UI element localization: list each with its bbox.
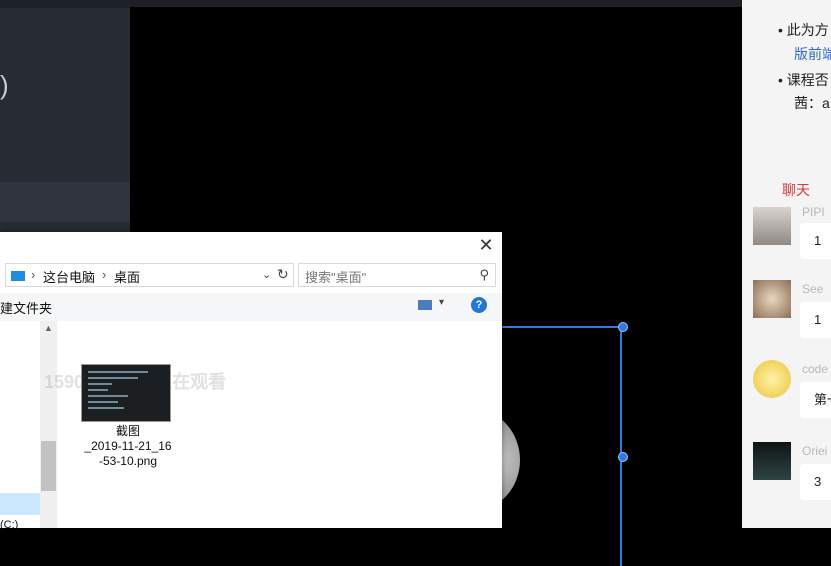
chat-message: code 第一 <box>742 360 831 440</box>
resize-handle-right[interactable] <box>618 452 628 462</box>
resize-handle-top-right[interactable] <box>618 322 628 332</box>
view-icon[interactable] <box>418 300 432 310</box>
breadcrumb-this-pc[interactable]: 这台电脑 <box>43 267 95 286</box>
chat-username: PIPI <box>802 205 825 219</box>
refresh-icon[interactable]: ↻ <box>277 266 289 283</box>
dialog-toolbar: 建文件夹 ▾ ? <box>0 293 502 321</box>
thumbnail-line <box>88 401 118 403</box>
file-name-line: -53-10.png <box>98 454 158 468</box>
pc-icon <box>11 271 25 281</box>
thumbnail-line <box>88 395 128 397</box>
course-note-2-text: 课程否 <box>786 72 829 88</box>
editor-code-paren: ) <box>0 70 9 100</box>
search-input[interactable]: 搜索"桌面" ⚲ <box>298 263 496 287</box>
course-note-1-text: 此为方 <box>786 22 829 38</box>
nav-drive-c[interactable]: (C:) <box>0 519 18 531</box>
navigation-pane: (C:) ▲ <box>0 321 58 531</box>
search-icon[interactable]: ⚲ <box>479 267 489 283</box>
avatar[interactable] <box>753 207 791 245</box>
file-name-line: _2019-11-21_16 <box>84 439 172 453</box>
file-item[interactable]: 截图 _2019-11-21_16 -53-10.png <box>78 362 178 472</box>
avatar[interactable] <box>753 360 791 398</box>
thumbnail-line <box>88 377 138 379</box>
course-note-link[interactable]: 版前端 <box>794 44 831 64</box>
scroll-up-icon[interactable]: ▲ <box>44 323 53 333</box>
course-note-2-cont: 茜：a <box>794 95 830 111</box>
chevron-down-icon[interactable]: ⌄ <box>262 268 271 281</box>
new-folder-button[interactable]: 建文件夹 <box>0 298 52 317</box>
thumbnail-line <box>88 371 148 373</box>
avatar[interactable] <box>753 280 791 318</box>
help-icon[interactable]: ? <box>471 297 487 313</box>
chat-bubble: 1 <box>800 302 831 338</box>
file-thumbnail <box>81 364 171 422</box>
chat-message: PIPI 1 <box>742 205 831 285</box>
chevron-right-icon: › <box>102 267 107 282</box>
editor-highlight-band <box>0 182 130 222</box>
chat-bubble: 3 <box>800 464 831 500</box>
editor-topbar <box>0 0 130 8</box>
course-note-1: • 此为方 <box>778 22 829 38</box>
file-name-line: 截图 <box>115 424 140 438</box>
close-icon[interactable]: ✕ <box>476 235 496 255</box>
chat-message: Oriei 3 <box>742 442 831 522</box>
search-placeholder: 搜索"桌面" <box>305 270 367 285</box>
file-name: 截图 _2019-11-21_16 -53-10.png <box>78 424 178 469</box>
tab-chat[interactable]: 聊天 <box>782 180 810 200</box>
chat-message: See 1 <box>742 280 831 360</box>
chat-username: Oriei <box>802 444 828 458</box>
chat-bubble: 第一 <box>800 382 831 418</box>
course-note-2: • 课程否 <box>778 72 829 88</box>
thumbnail-line <box>88 407 124 409</box>
chat-username: See <box>802 282 824 296</box>
scroll-thumb[interactable] <box>41 441 56 491</box>
nav-selected-item[interactable] <box>0 493 40 515</box>
chat-username: code <box>802 362 829 376</box>
thumbnail-line <box>88 383 112 385</box>
breadcrumb-desktop[interactable]: 桌面 <box>114 267 140 286</box>
avatar[interactable] <box>753 442 791 480</box>
address-bar[interactable]: › 这台电脑 › 桌面 ⌄ ↻ <box>5 263 294 287</box>
chevron-right-icon: › <box>31 267 36 282</box>
file-open-dialog: ✕ › 这台电脑 › 桌面 ⌄ ↻ 搜索"桌面" ⚲ 建文件夹 ▾ ? (C:)… <box>0 232 502 531</box>
chat-bubble: 1 <box>800 223 831 259</box>
thumbnail-line <box>88 389 108 391</box>
view-dropdown-icon[interactable]: ▾ <box>439 297 444 308</box>
course-side-panel: • 此为方 版前端 • 课程否 茜：a 聊天 PIPI 1 See 1 code… <box>742 0 831 528</box>
video-top-strip <box>130 0 742 7</box>
nav-scrollbar[interactable]: ▲ <box>40 321 57 528</box>
